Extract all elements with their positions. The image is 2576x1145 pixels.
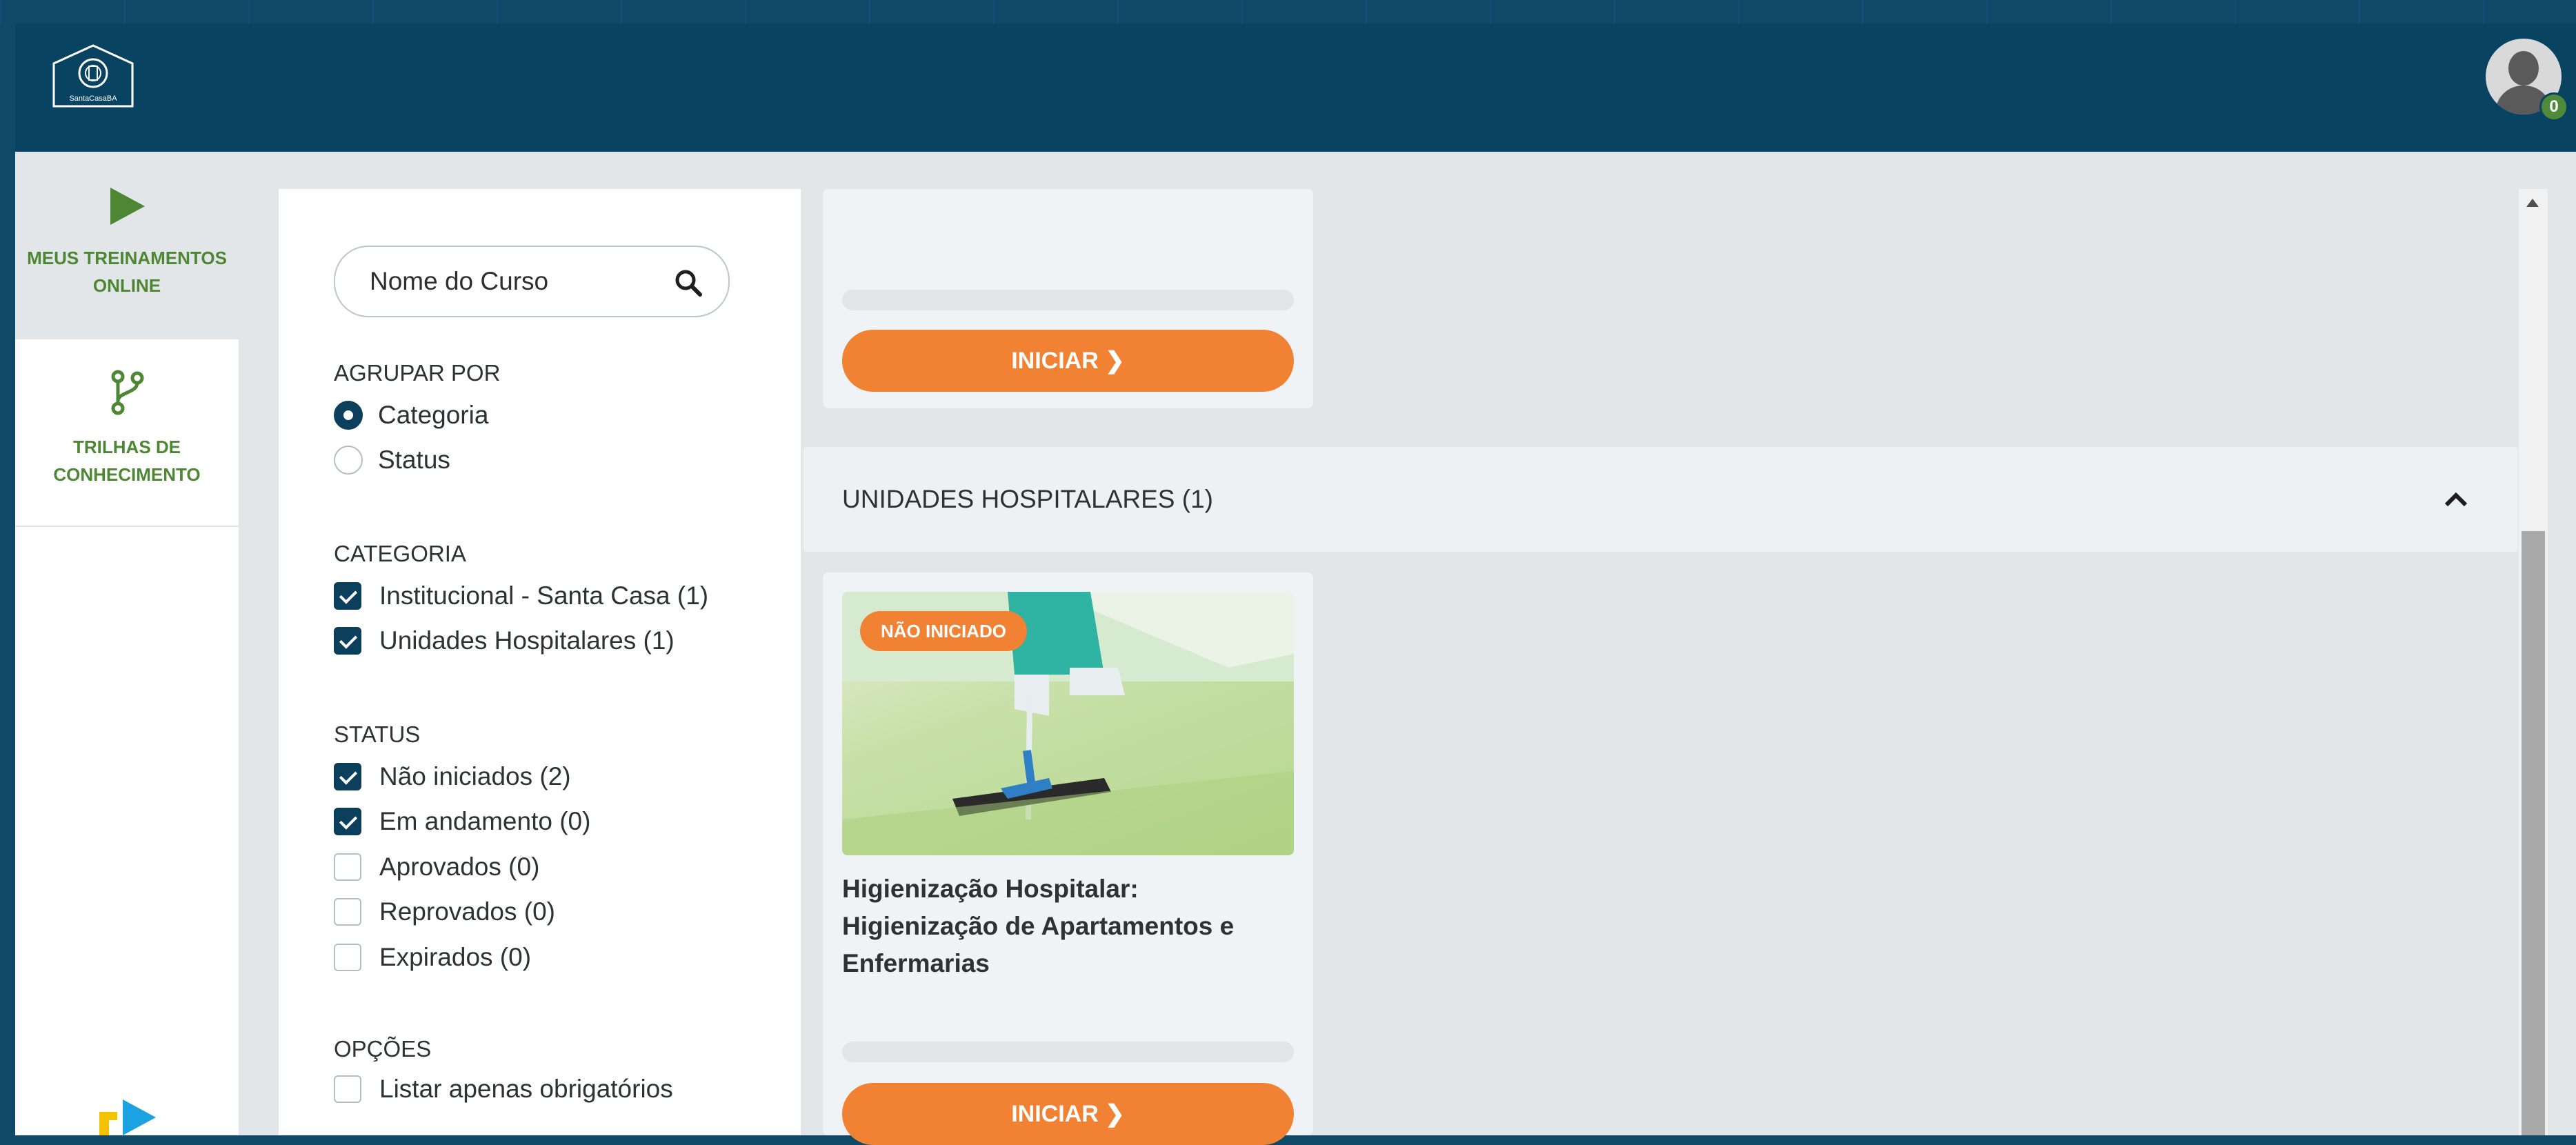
course-thumbnail: NÃO INICIADO: [842, 592, 1294, 855]
search-placeholder: Nome do Curso: [370, 267, 549, 295]
nav-item-trilhas[interactable]: TRILHAS DE CONHECIMENTO: [15, 339, 239, 526]
group-by-categoria[interactable]: Categoria: [334, 399, 488, 431]
start-label: INICIAR: [1011, 1101, 1099, 1127]
progress-bar: [842, 290, 1294, 310]
option-obrigatorios[interactable]: Listar apenas obrigatórios: [334, 1073, 673, 1105]
checkbox-label: Expirados (0): [379, 943, 532, 971]
checkbox-label: Em andamento (0): [379, 807, 591, 835]
nav-label-line1: TRILHAS DE: [73, 437, 181, 457]
course-card[interactable]: NÃO INICIADO Higienização Hospitalar: Hi…: [823, 572, 1313, 1145]
search-icon[interactable]: [675, 269, 702, 297]
avatar-head-icon: [2508, 51, 2539, 86]
start-button[interactable]: INICIAR ❯: [842, 1083, 1294, 1145]
group-header-unidades[interactable]: UNIDADES HOSPITALARES (1): [803, 447, 2518, 552]
category-unidades[interactable]: Unidades Hospitalares (1): [334, 625, 675, 657]
search-input[interactable]: Nome do Curso: [334, 246, 730, 317]
play-icon: [110, 188, 145, 225]
scrollbar[interactable]: [2519, 189, 2548, 1135]
background-pattern: [0, 0, 2576, 23]
progress-bar: [842, 1042, 1294, 1062]
scroll-up-arrow-icon[interactable]: [2526, 199, 2539, 207]
checkbox-label: Unidades Hospitalares (1): [379, 626, 675, 655]
category-title: CATEGORIA: [334, 541, 466, 566]
brand-logo-icon: [99, 1099, 156, 1135]
chevron-right-icon: ❯: [1105, 1101, 1125, 1127]
status-expirados[interactable]: Expirados (0): [334, 942, 531, 973]
checkbox[interactable]: [334, 944, 361, 971]
radio-label: Categoria: [378, 401, 489, 429]
radio-label: Status: [378, 446, 450, 474]
filters-panel: Nome do Curso AGRUPAR POR Categoria Stat…: [279, 189, 801, 1135]
checkbox[interactable]: [334, 582, 361, 610]
checkbox-label: Listar apenas obrigatórios: [379, 1075, 673, 1103]
nav-item-meus-treinamentos[interactable]: MEUS TREINAMENTOS ONLINE: [15, 152, 239, 339]
chevron-up-icon[interactable]: [2442, 486, 2470, 513]
scrollbar-thumb[interactable]: [2522, 531, 2545, 1135]
workspace: MEUS TREINAMENTOS ONLINE TRILHAS DE CONH…: [15, 152, 2576, 1145]
group-title: UNIDADES HOSPITALARES (1): [842, 485, 1213, 513]
start-label: INICIAR: [1011, 348, 1099, 374]
checkbox-label: Não iniciados (2): [379, 762, 571, 790]
category-institucional[interactable]: Institucional - Santa Casa (1): [334, 580, 708, 612]
status-nao-iniciados[interactable]: Não iniciados (2): [334, 761, 571, 793]
status-title: STATUS: [334, 721, 421, 747]
nav-label-line2: ONLINE: [92, 275, 161, 296]
group-by-status[interactable]: Status: [334, 444, 450, 476]
santa-casa-logo[interactable]: SantaCasaBA: [50, 43, 137, 112]
start-button[interactable]: INICIAR ❯: [842, 330, 1294, 392]
checkbox-label: Aprovados (0): [379, 853, 540, 881]
course-title: Higienização Hospitalar: Higienização de…: [842, 875, 1235, 977]
group-by-title: AGRUPAR POR: [334, 360, 501, 386]
top-bar: SantaCasaBA 0: [15, 23, 2576, 152]
status-reprovados[interactable]: Reprovados (0): [334, 896, 555, 928]
nav-label-line1: MEUS TREINAMENTOS: [27, 248, 227, 268]
side-nav: MEUS TREINAMENTOS ONLINE TRILHAS DE CONH…: [15, 152, 239, 1135]
radio-button[interactable]: [334, 401, 363, 430]
options-title: OPÇÕES: [334, 1036, 432, 1062]
checkbox[interactable]: [334, 627, 361, 655]
checkbox[interactable]: [334, 853, 361, 881]
radio-button[interactable]: [334, 446, 363, 475]
checkbox[interactable]: [334, 808, 361, 835]
notification-badge[interactable]: 0: [2539, 92, 2568, 121]
logo-text: SantaCasaBA: [69, 94, 117, 103]
checkbox-label: Reprovados (0): [379, 897, 556, 926]
nav-label-line2: CONHECIMENTO: [53, 464, 201, 485]
branch-icon: [111, 370, 144, 415]
checkbox[interactable]: [334, 898, 361, 926]
checkbox[interactable]: [334, 763, 361, 790]
chevron-right-icon: ❯: [1105, 348, 1125, 374]
status-badge: NÃO INICIADO: [860, 611, 1027, 651]
course-card-partial: INICIAR ❯: [823, 189, 1313, 408]
nav-divider: [15, 526, 239, 527]
checkbox-label: Institucional - Santa Casa (1): [379, 581, 709, 610]
status-em-andamento[interactable]: Em andamento (0): [334, 806, 590, 837]
status-aprovados[interactable]: Aprovados (0): [334, 851, 539, 883]
checkbox[interactable]: [334, 1075, 361, 1103]
